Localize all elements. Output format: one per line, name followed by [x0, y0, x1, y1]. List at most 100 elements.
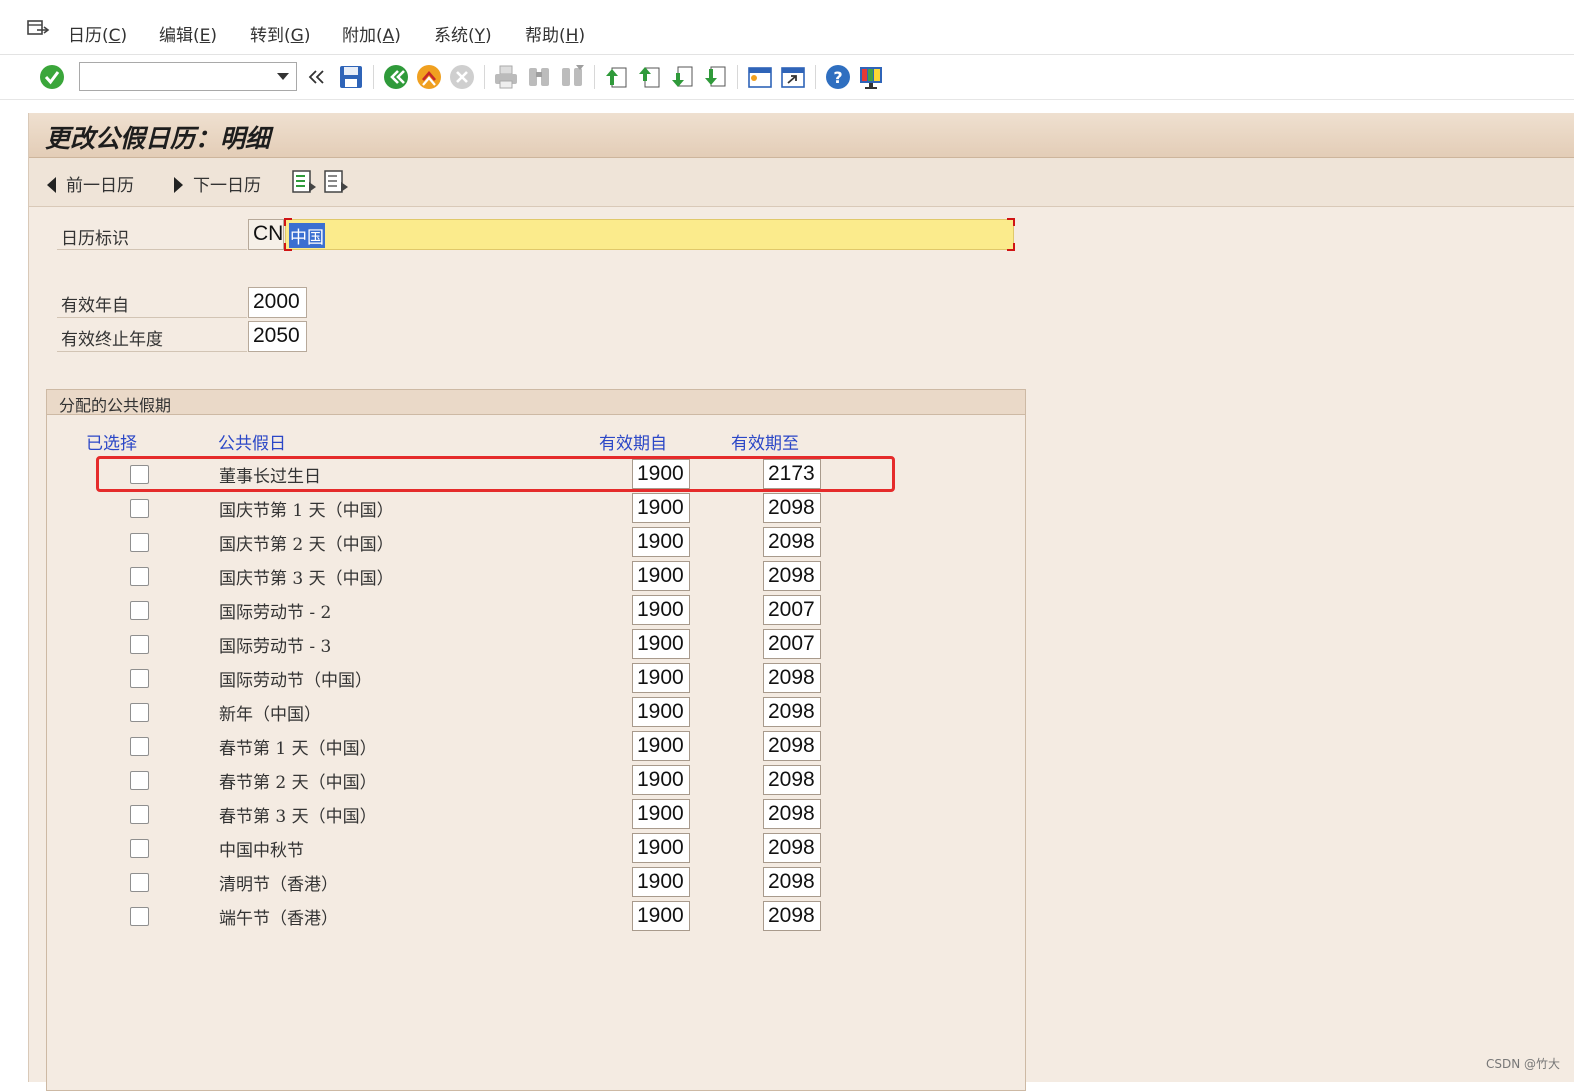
valid-to-field[interactable]: 2098: [763, 663, 821, 693]
calendar-id-value: CN: [253, 222, 284, 245]
valid-from-field[interactable]: 1900: [632, 799, 690, 829]
triangle-right-icon: [174, 177, 183, 193]
valid-to-field[interactable]: 2098: [763, 901, 821, 931]
valid-to-field[interactable]: 2098: [763, 561, 821, 591]
toolbar-separator: [484, 65, 485, 89]
previous-calendar-button[interactable]: 前一日历: [47, 171, 134, 196]
valid-from-field[interactable]: 1900: [632, 595, 690, 625]
valid-to-field[interactable]: 2098: [763, 833, 821, 863]
valid-to-field[interactable]: 2098: [763, 493, 821, 523]
find-next-icon[interactable]: [558, 63, 586, 91]
calendar-description-field[interactable]: 中国: [284, 218, 1015, 251]
cancel-icon[interactable]: [448, 63, 476, 91]
first-page-icon[interactable]: [602, 63, 630, 91]
back-icon[interactable]: [382, 63, 410, 91]
valid-from-year-field[interactable]: 2000: [248, 287, 307, 318]
valid-from-field[interactable]: 1900: [632, 527, 690, 557]
holiday-name: 新年（中国）: [219, 705, 321, 725]
previous-page-icon[interactable]: [635, 63, 663, 91]
select-checkbox[interactable]: [130, 635, 149, 654]
column-header-selected[interactable]: 已选择: [86, 429, 137, 454]
column-header-valid-from[interactable]: 有效期自: [599, 429, 667, 454]
valid-from-field[interactable]: 1900: [632, 731, 690, 761]
last-page-icon[interactable]: [701, 63, 729, 91]
valid-to-value: 2098: [768, 768, 815, 791]
valid-to-field[interactable]: 2098: [763, 765, 821, 795]
double-chevron-left-icon[interactable]: [308, 70, 326, 84]
enter-check-icon[interactable]: [38, 63, 66, 91]
menu-item-e[interactable]: 编辑(E): [159, 21, 217, 46]
select-checkbox[interactable]: [130, 771, 149, 790]
svg-text:?: ?: [833, 68, 842, 87]
valid-from-field[interactable]: 1900: [632, 697, 690, 727]
shortcut-icon[interactable]: [779, 63, 807, 91]
select-checkbox[interactable]: [130, 533, 149, 552]
holiday-name: 春节第 3 天（中国）: [219, 807, 377, 827]
chevron-down-icon[interactable]: [276, 72, 290, 82]
select-checkbox[interactable]: [130, 669, 149, 688]
find-icon[interactable]: [525, 63, 553, 91]
menu-item-h[interactable]: 帮助(H): [525, 21, 585, 46]
column-header-valid-to[interactable]: 有效期至: [731, 429, 799, 454]
select-checkbox[interactable]: [130, 873, 149, 892]
next-page-icon[interactable]: [668, 63, 696, 91]
valid-from-value: 1900: [637, 802, 684, 825]
valid-to-value: 2098: [768, 734, 815, 757]
valid-to-field[interactable]: 2007: [763, 629, 821, 659]
label-underline: [57, 351, 247, 352]
calendar-id-field[interactable]: CN: [248, 219, 284, 250]
command-field[interactable]: [79, 62, 297, 91]
valid-from-field[interactable]: 1900: [632, 629, 690, 659]
valid-to-field[interactable]: 2098: [763, 697, 821, 727]
page-title: 更改公假日历：明细: [45, 124, 271, 153]
select-checkbox[interactable]: [130, 499, 149, 518]
valid-to-field[interactable]: 2098: [763, 867, 821, 897]
deselect-all-icon[interactable]: [323, 169, 349, 195]
standard-toolbar: ?: [0, 55, 1574, 100]
group-title: 分配的公共假期: [59, 396, 172, 415]
save-icon[interactable]: [337, 63, 365, 91]
valid-to-field[interactable]: 2098: [763, 731, 821, 761]
valid-from-field[interactable]: 1900: [632, 833, 690, 863]
select-checkbox[interactable]: [130, 805, 149, 824]
holiday-name: 国际劳动节 - 3: [219, 637, 332, 657]
menu-system-icon[interactable]: [26, 18, 50, 40]
valid-from-field[interactable]: 1900: [632, 663, 690, 693]
customize-layout-icon[interactable]: [857, 63, 885, 91]
menu-item-y[interactable]: 系统(Y): [434, 21, 492, 46]
help-icon[interactable]: ?: [824, 63, 852, 91]
valid-from-field[interactable]: 1900: [632, 561, 690, 591]
holiday-name: 国庆节第 2 天（中国）: [219, 535, 394, 555]
valid-to-value: 2098: [768, 836, 815, 859]
select-checkbox[interactable]: [130, 567, 149, 586]
valid-to-year-field[interactable]: 2050: [248, 321, 307, 352]
valid-to-field[interactable]: 2098: [763, 527, 821, 557]
holiday-name: 国庆节第 3 天（中国）: [219, 569, 394, 589]
valid-from-field[interactable]: 1900: [632, 765, 690, 795]
menu-item-c[interactable]: 日历(C): [68, 21, 127, 46]
select-all-icon[interactable]: [291, 169, 317, 195]
create-session-icon[interactable]: [746, 63, 774, 91]
valid-from-field[interactable]: 1900: [632, 867, 690, 897]
menu-item-accelerator: A: [382, 26, 395, 46]
select-checkbox[interactable]: [130, 839, 149, 858]
valid-from-field[interactable]: 1900: [632, 493, 690, 523]
valid-to-value: 2007: [768, 632, 815, 655]
valid-to-field[interactable]: 2007: [763, 595, 821, 625]
select-checkbox[interactable]: [130, 601, 149, 620]
print-icon[interactable]: [492, 63, 520, 91]
exit-icon[interactable]: [415, 63, 443, 91]
menu-item-g[interactable]: 转到(G): [250, 21, 310, 46]
valid-from-year-value: 2000: [253, 290, 300, 313]
label-underline: [57, 249, 247, 250]
valid-to-field[interactable]: 2098: [763, 799, 821, 829]
column-header-holiday[interactable]: 公共假日: [218, 429, 286, 454]
select-checkbox[interactable]: [130, 703, 149, 722]
menu-item-a[interactable]: 附加(A): [342, 21, 401, 46]
select-checkbox[interactable]: [130, 737, 149, 756]
valid-from-value: 1900: [637, 598, 684, 621]
select-checkbox[interactable]: [130, 907, 149, 926]
next-calendar-button[interactable]: 下一日历: [174, 171, 261, 196]
valid-from-field[interactable]: 1900: [632, 901, 690, 931]
valid-to-value: 2007: [768, 598, 815, 621]
